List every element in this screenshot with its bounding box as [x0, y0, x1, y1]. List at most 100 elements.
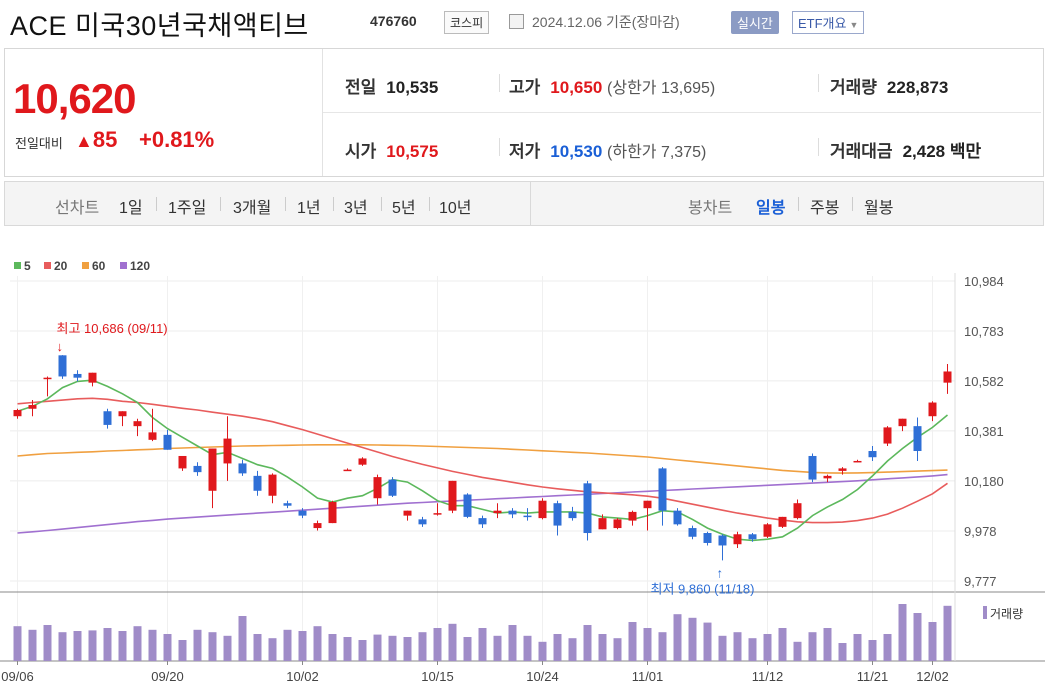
high-annotation: 최고 10,686 (09/11) — [57, 321, 168, 336]
candle-body — [598, 518, 607, 530]
down-arrow-icon: ↓ — [57, 339, 64, 354]
candle-body — [838, 468, 847, 471]
candle-body — [253, 475, 262, 491]
period-1w[interactable]: 1주일 — [168, 194, 206, 218]
candle-body — [28, 405, 37, 409]
candle-body — [583, 483, 592, 534]
volume-bar — [658, 632, 667, 661]
candle-body — [628, 511, 637, 521]
divider — [381, 197, 382, 211]
volume-bar — [838, 643, 847, 661]
candle-monthly[interactable]: 월봉 — [864, 194, 893, 218]
candle-body — [658, 468, 667, 511]
volume-bar — [253, 634, 262, 661]
low-label: 저가 — [509, 142, 541, 161]
candle-body — [673, 510, 682, 525]
volume-bar — [28, 629, 37, 661]
upper-limit: (상한가 13,695) — [607, 80, 716, 97]
candle-body — [913, 426, 922, 452]
legend-swatch — [82, 262, 89, 269]
period-3m[interactable]: 3개월 — [233, 194, 271, 218]
volume: 거래량 228,873 — [830, 73, 948, 98]
volume-bar — [883, 634, 892, 661]
candle-body — [778, 516, 787, 527]
period-1y[interactable]: 1년 — [297, 194, 321, 218]
volume-bars: 거래량 — [13, 604, 1023, 661]
candle-body — [808, 455, 817, 480]
candle-body — [853, 460, 862, 463]
x-tick-label: 09/06 — [1, 669, 34, 684]
volume-bar — [808, 632, 817, 661]
candle-body — [688, 528, 697, 537]
period-1d[interactable]: 1일 — [119, 194, 143, 218]
etf-name: ACE 미국30년국채액티브 — [10, 11, 309, 41]
realtime-button[interactable]: 실시간 — [731, 11, 779, 34]
annotations: 최고 10,686 (09/11) ↓ ↑최저 9,860 (11/18) — [57, 321, 755, 596]
volume-bar — [628, 622, 637, 661]
period-10y[interactable]: 10년 — [439, 194, 472, 218]
candle-body — [643, 500, 652, 509]
candle-body — [568, 511, 577, 519]
volume-bar — [793, 641, 802, 661]
candle-body — [193, 465, 202, 473]
candle-daily[interactable]: 일봉 — [756, 194, 785, 218]
volume-bar — [148, 629, 157, 661]
volume-bar — [193, 629, 202, 661]
candle-body — [238, 463, 247, 474]
volume-legend-label: 거래량 — [990, 607, 1023, 621]
candle-body — [73, 373, 82, 378]
divider — [852, 197, 853, 211]
x-tick-label: 11/12 — [752, 669, 784, 684]
line-chart-label: 선차트 — [55, 200, 100, 217]
volume-bar — [943, 605, 952, 661]
y-tick-label: 9,777 — [964, 574, 997, 589]
candle-body — [538, 500, 547, 519]
y-tick-label: 10,381 — [964, 424, 1004, 439]
divider — [323, 112, 1041, 113]
volume-legend-swatch — [983, 606, 987, 619]
volume-bar — [433, 628, 442, 661]
candle-body — [208, 448, 217, 491]
volume-bar — [403, 637, 412, 661]
candle-body — [478, 518, 487, 525]
volume-bar — [508, 625, 517, 661]
period-3y[interactable]: 3년 — [344, 194, 368, 218]
low-price: 저가 10,530 (하한가 7,375) — [509, 137, 706, 162]
prev-close-value: 10,535 — [386, 78, 439, 97]
base-date: 2024.12.06 기준(장마감) — [532, 14, 680, 30]
volume-bar — [733, 632, 742, 661]
legend-label: 120 — [130, 259, 150, 273]
volume-bar — [928, 622, 937, 661]
candle-body — [943, 371, 952, 383]
y-tick-label: 9,978 — [964, 524, 997, 539]
trading-amount: 거래대금 2,428 백만 — [830, 137, 981, 162]
chart-legend: 5 20 60 120 — [14, 259, 150, 273]
candle-body — [703, 533, 712, 543]
volume-bar — [133, 626, 142, 661]
volume-bar — [568, 638, 577, 661]
divider — [220, 197, 221, 211]
up-triangle-icon: ▲ — [75, 131, 93, 151]
divider — [530, 182, 531, 225]
volume-bar — [358, 640, 367, 661]
candle-body — [358, 458, 367, 465]
volume-bar — [643, 628, 652, 661]
candle-weekly[interactable]: 주봉 — [810, 194, 839, 218]
candle-body — [388, 479, 397, 496]
candle-body — [793, 503, 802, 519]
current-price: 10,620 — [13, 75, 136, 122]
ma20-line — [17, 397, 948, 524]
etf-overview-dropdown[interactable]: ETF개요 ▼ — [792, 11, 865, 34]
candle-body — [298, 510, 307, 516]
candle-body — [718, 535, 727, 546]
volume-bar — [613, 638, 622, 661]
period-5y[interactable]: 5년 — [392, 194, 416, 218]
candle-body — [463, 494, 472, 517]
price-change-pct: +0.81% — [139, 127, 215, 152]
price-summary: 10,620 전일대비 ▲85 +0.81% 전일 10,535 고가 10,650… — [4, 48, 1044, 177]
candle-body — [58, 355, 67, 377]
volume-bar — [88, 630, 97, 661]
y-tick-label: 10,984 — [964, 274, 1004, 289]
x-tick-label: 10/24 — [526, 669, 559, 684]
current-price-panel: 10,620 전일대비 ▲85 +0.81% — [5, 49, 323, 176]
